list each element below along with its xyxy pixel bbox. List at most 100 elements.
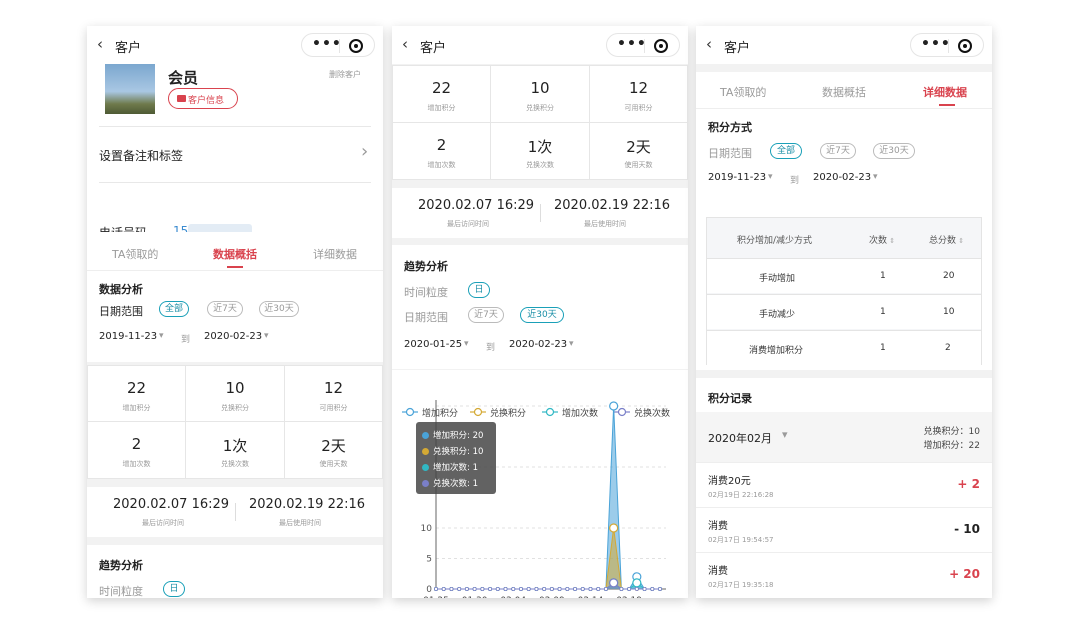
- data-point: [627, 586, 632, 591]
- tab-data-overview[interactable]: 数据概括: [213, 246, 257, 262]
- data-point: [642, 586, 647, 591]
- end-date-select[interactable]: 2020-02-23: [509, 339, 567, 350]
- points-method-table: 积分增加/减少方式 次数 ⇕ 总分数 ⇕ 手动增加 1 20 手动减少 1 10…: [706, 217, 982, 365]
- data-point: [580, 586, 585, 591]
- close-miniprogram-icon[interactable]: [654, 39, 668, 53]
- tab-ta-received[interactable]: TA领取的: [720, 84, 766, 100]
- range-pill-30days[interactable]: 近30天: [873, 143, 915, 159]
- chevron-down-icon: ▾: [768, 172, 773, 182]
- stat-value: 12: [323, 379, 344, 397]
- end-date-select[interactable]: 2020-02-23: [204, 331, 262, 342]
- tooltip-dot: [422, 480, 429, 487]
- data-point: [542, 586, 547, 591]
- x-tick-label: 02.19: [616, 596, 642, 598]
- legend-marker: [617, 407, 627, 417]
- more-icon[interactable]: •••: [921, 36, 951, 52]
- delete-customer-link[interactable]: 删除客户: [329, 69, 361, 80]
- divider: [235, 503, 236, 521]
- record-delta: + 2: [957, 477, 980, 491]
- series-area: [436, 582, 660, 589]
- close-miniprogram-icon[interactable]: [958, 39, 972, 53]
- month-select[interactable]: 2020年02月: [708, 430, 772, 446]
- start-date-select[interactable]: 2019-11-23: [99, 331, 157, 342]
- data-point: [472, 586, 477, 591]
- stat-value: 10: [225, 379, 245, 397]
- range-pill-7days[interactable]: 近7天: [820, 143, 856, 159]
- date-range-label: 日期范围: [99, 305, 143, 318]
- chevron-down-icon: ▾: [569, 339, 574, 349]
- series-area: [436, 582, 660, 589]
- tooltip-line: 兑换次数: 1: [433, 479, 478, 489]
- tab-detailed-data[interactable]: 详细数据: [923, 84, 967, 100]
- nav-bar: ‹ 客户 •••: [87, 26, 383, 64]
- row-count: 1: [880, 343, 886, 353]
- stat-value: 12: [628, 79, 649, 97]
- x-tick-label: 02.14: [578, 596, 604, 598]
- stat-value: 1次: [527, 138, 553, 156]
- start-date-select[interactable]: 2020-01-25: [404, 339, 462, 350]
- stat-label: 增加积分: [427, 104, 456, 112]
- series-line: [436, 527, 660, 590]
- mini-program-capsule: •••: [910, 33, 984, 57]
- date-range-label: 日期范围: [708, 147, 752, 160]
- chevron-down-icon: ▾: [264, 331, 269, 341]
- x-tick-label: 01.25: [423, 596, 449, 598]
- stat-cell: 12 可用积分: [590, 66, 687, 122]
- record-item[interactable]: 消费 02月17日 19:35:18 + 20: [696, 552, 992, 596]
- header-count[interactable]: 次数 ⇕: [869, 233, 895, 246]
- points-method-card: 积分方式 日期范围 全部 近7天 近30天 2019-11-23 ▾ 到 202…: [696, 108, 992, 370]
- stat-label: 可用积分: [319, 404, 348, 412]
- tab-data-overview[interactable]: 数据概括: [822, 84, 866, 100]
- phone-screen-customer-overview: ‹ 客户 ••• 会员 删除客户 客户信息 设置备注和标签 › 电话号码 15 …: [87, 26, 383, 598]
- stats-grid: 22 增加积分 10 兑换积分 12 可用积分 2 增加次数 1次 兑换次数 2天 使用天数: [87, 365, 383, 479]
- more-icon[interactable]: •••: [312, 36, 342, 52]
- start-date-select[interactable]: 2019-11-23: [708, 172, 766, 183]
- stat-value: 2天: [321, 437, 346, 455]
- remark-label: 设置备注和标签: [99, 149, 184, 163]
- stat-value: 10: [530, 79, 550, 97]
- tab-detailed-data[interactable]: 详细数据: [313, 246, 357, 262]
- range-pill-7days[interactable]: 近7天: [207, 301, 243, 317]
- records-title: 积分记录: [708, 392, 752, 405]
- stat-label: 兑换积分: [221, 404, 249, 412]
- header-total[interactable]: 总分数 ⇕: [929, 233, 964, 246]
- end-date-select[interactable]: 2020-02-23: [813, 172, 871, 183]
- data-point: [650, 586, 655, 591]
- table-header: 积分增加/减少方式 次数 ⇕ 总分数 ⇕: [707, 218, 981, 258]
- chevron-down-icon: ▾: [873, 172, 878, 182]
- data-point: [518, 586, 523, 591]
- granularity-pill-day[interactable]: 日: [163, 581, 185, 597]
- y-tick-label: 10: [421, 524, 433, 534]
- more-icon[interactable]: •••: [617, 36, 647, 52]
- peak-marker: [632, 578, 642, 588]
- table-row: 消费增加积分 1 2: [707, 330, 981, 365]
- stat-cell: 2天 使用天数: [590, 123, 687, 179]
- range-pill-7days[interactable]: 近7天: [468, 307, 504, 323]
- record-item[interactable]: 消费20元 02月19日 22:16:28 + 2: [696, 462, 992, 506]
- record-title: 消费: [708, 521, 728, 532]
- data-point: [549, 586, 554, 591]
- tab-ta-received[interactable]: TA领取的: [112, 246, 158, 262]
- granularity-pill-day[interactable]: 日: [468, 282, 490, 298]
- record-item[interactable]: 消费 02月17日 19:54:57 - 10: [696, 507, 992, 551]
- data-point: [619, 586, 624, 591]
- granularity-label: 时间粒度: [404, 286, 448, 299]
- close-miniprogram-icon[interactable]: [349, 39, 363, 53]
- range-pill-all[interactable]: 全部: [159, 301, 189, 317]
- stat-value: 22: [431, 79, 452, 97]
- chevron-down-icon: ▾: [782, 428, 788, 441]
- range-pill-30days[interactable]: 近30天: [259, 301, 299, 317]
- folder-icon: [177, 95, 186, 102]
- stat-value: 2: [131, 435, 142, 453]
- range-pill-all[interactable]: 全部: [770, 143, 802, 159]
- active-tab-indicator: [227, 266, 243, 268]
- range-pill-30days[interactable]: 近30天: [520, 307, 564, 323]
- section-title: 积分方式: [708, 121, 752, 134]
- data-point: [511, 586, 516, 591]
- row-count: 1: [880, 271, 886, 281]
- back-icon[interactable]: ‹: [706, 35, 712, 53]
- customer-info-button[interactable]: 客户信息: [168, 88, 238, 109]
- remark-row[interactable]: 设置备注和标签 ›: [87, 127, 383, 179]
- back-icon[interactable]: ‹: [97, 35, 103, 53]
- back-icon[interactable]: ‹: [402, 35, 408, 53]
